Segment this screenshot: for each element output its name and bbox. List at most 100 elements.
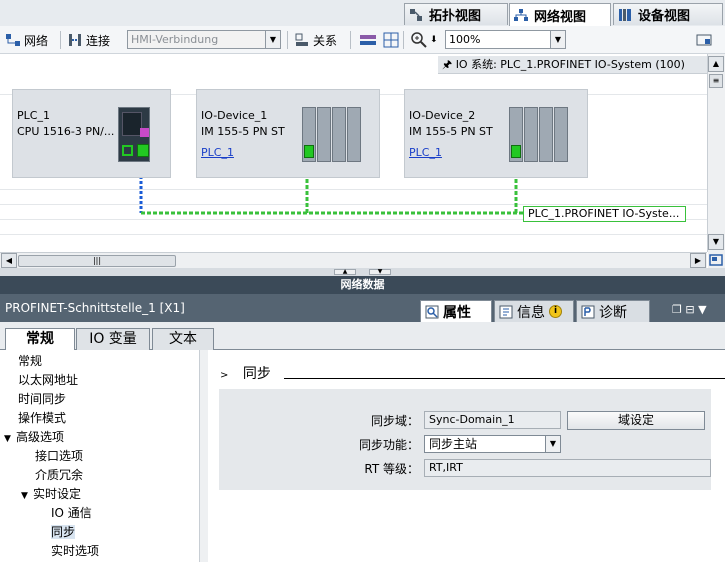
device-io-device-1[interactable]: IO-Device_1 IM 155-5 PN ST PLC_1 <box>196 89 380 178</box>
io-module[interactable] <box>554 107 568 162</box>
network-canvas[interactable]: 🖈 IO 系统: PLC_1.PROFINET IO-System (100) … <box>0 54 707 252</box>
device-type: IM 155-5 PN ST <box>409 125 493 138</box>
device-io-device-2[interactable]: IO-Device_2 IM 155-5 PN ST PLC_1 <box>404 89 588 178</box>
sync-domain-label: 同步域： <box>370 414 419 428</box>
chevron-down-icon[interactable]: ▼ <box>698 303 706 316</box>
inspector-header: PROFINET-Schnittstelle_1 [X1] 属性 信息 i 诊断… <box>0 294 725 322</box>
view-tab-bar: 拓扑视图 网络视图 设备视图 <box>0 0 725 26</box>
connect-button[interactable]: 连接 <box>64 30 113 50</box>
canvas-horizontal-scrollbar[interactable]: ◀ ||| ▶ <box>0 252 707 268</box>
splitter-down-icon[interactable]: ▼ <box>369 269 391 275</box>
overview-icon[interactable] <box>708 252 724 268</box>
sync-function-select[interactable]: 同步主站 ▼ <box>424 435 561 453</box>
tab-properties[interactable]: 属性 <box>420 300 492 322</box>
controller-link[interactable]: PLC_1 <box>201 146 234 159</box>
subtab-io-tags[interactable]: IO 变量 <box>76 328 150 350</box>
nav-item-media-redundancy[interactable]: 介质冗余 <box>0 466 198 485</box>
property-content: > 同步 同步域： Sync-Domain_1 域设定 同步功能： 同步主站 ▼… <box>208 350 725 562</box>
device-plc-1[interactable]: PLC_1 CPU 1516-3 PN/... <box>12 89 171 178</box>
cpu-port[interactable] <box>137 144 149 157</box>
network-data-bar[interactable]: 网络数据 <box>0 276 725 294</box>
device-name: IO-Device_1 <box>201 109 268 122</box>
toolbar-separator <box>60 31 61 49</box>
nav-item-realtime-settings[interactable]: ▼ 实时设定 <box>0 485 198 504</box>
zoom-in-button[interactable]: ⬇ <box>408 30 441 50</box>
io-module[interactable] <box>317 107 331 162</box>
scroll-thumb[interactable]: ||| <box>18 255 176 267</box>
scroll-up-icon[interactable]: ▲ <box>708 56 724 72</box>
overview-corner[interactable] <box>708 252 725 268</box>
interface-module[interactable] <box>302 107 316 162</box>
network-toolbar: 网络 连接 HMI-Verbindung ▼ 关系 ⬇ 100% ▼ <box>0 26 725 54</box>
section-title: 同步 <box>242 366 271 382</box>
chevron-down-icon[interactable]: ▼ <box>550 31 565 48</box>
rt-class-label: RT 等级： <box>364 462 419 476</box>
restore-icon[interactable]: ❐ <box>672 303 682 316</box>
interface-module[interactable] <box>509 107 523 162</box>
connection-type-select[interactable]: HMI-Verbindung ▼ <box>127 30 281 49</box>
minimize-icon[interactable]: ⊟ <box>685 303 694 316</box>
property-navigation-tree: 常规 以太网地址 时间同步 操作模式 ▼ 高级选项 接口选项 介质冗余 ▼ 实时设定… <box>0 350 208 562</box>
scroll-thumb[interactable]: ≡ <box>709 74 723 88</box>
device-port[interactable] <box>511 145 521 158</box>
tab-diagnostics[interactable]: 诊断 <box>576 300 650 322</box>
show-address-button[interactable] <box>356 30 380 50</box>
canvas-vertical-scrollbar[interactable]: ▲ ≡ ▼ <box>707 54 725 252</box>
device-type: CPU 1516-3 PN/... <box>17 125 115 138</box>
tab-network-view[interactable]: 网络视图 <box>509 3 611 26</box>
nav-item-time-sync[interactable]: 时间同步 <box>0 390 198 409</box>
rt-class-field: RT,IRT <box>424 459 711 477</box>
chevron-right-icon[interactable]: > <box>220 370 228 381</box>
network-button[interactable]: 网络 <box>2 30 51 50</box>
expand-triangle-icon[interactable]: ▼ <box>21 487 33 506</box>
grid-icon <box>383 32 399 48</box>
io-module[interactable] <box>332 107 346 162</box>
nav-item-io-communication[interactable]: IO 通信 <box>0 504 198 523</box>
network-button-label: 网络 <box>24 33 49 48</box>
subtab-texts[interactable]: 文本 <box>152 328 214 350</box>
chevron-down-icon[interactable]: ▼ <box>265 31 280 48</box>
sync-function-value: 同步主站 <box>429 437 478 451</box>
cpu-port[interactable] <box>122 145 133 156</box>
tab-device-label: 设备视图 <box>638 9 691 24</box>
tab-topology-view[interactable]: 拓扑视图 <box>404 3 508 25</box>
view-splitter[interactable]: ▲ ▼ <box>0 268 725 276</box>
scroll-down-icon[interactable]: ▼ <box>708 234 724 250</box>
section-header[interactable]: > 同步 <box>220 363 271 383</box>
profinet-network-label[interactable]: PLC_1.PROFINET IO-Syste... <box>523 206 686 222</box>
nav-item-interface-options[interactable]: 接口选项 <box>0 447 198 466</box>
controller-link[interactable]: PLC_1 <box>409 146 442 159</box>
nav-item-ethernet-address[interactable]: 以太网地址 <box>0 371 198 390</box>
domain-settings-button[interactable]: 域设定 <box>567 411 705 430</box>
panel-button[interactable] <box>693 30 715 50</box>
chevron-down-icon[interactable]: ▼ <box>545 436 560 452</box>
tab-info[interactable]: 信息 i <box>494 300 574 322</box>
zoom-down-icon[interactable]: ⬇ <box>430 35 438 45</box>
nav-scrollbar[interactable] <box>199 350 208 562</box>
io-module[interactable] <box>524 107 538 162</box>
io-module[interactable] <box>539 107 553 162</box>
nav-item-general[interactable]: 常规 <box>0 352 198 371</box>
grid-toggle-button[interactable] <box>380 30 402 50</box>
address-icon <box>360 35 376 45</box>
nav-item-synchronization[interactable]: 同步 <box>0 523 198 542</box>
relation-button[interactable]: 关系 <box>291 30 340 50</box>
tab-device-view[interactable]: 设备视图 <box>613 3 723 25</box>
nav-item-realtime-options[interactable]: 实时选项 <box>0 542 198 561</box>
cpu-module[interactable] <box>118 107 150 162</box>
subtab-general[interactable]: 常规 <box>5 328 75 351</box>
nav-item-advanced-options[interactable]: ▼ 高级选项 <box>0 428 198 447</box>
scroll-right-icon[interactable]: ▶ <box>690 253 706 268</box>
zoom-value: 100% <box>449 33 481 46</box>
inspector-window-controls[interactable]: ❐ ⊟ ▼ <box>672 303 707 316</box>
tab-diagnostics-label: 诊断 <box>599 304 627 321</box>
nav-item-operating-mode[interactable]: 操作模式 <box>0 409 198 428</box>
io-module[interactable] <box>347 107 361 162</box>
device-port[interactable] <box>304 145 314 158</box>
inspector-title: PROFINET-Schnittstelle_1 [X1] <box>5 301 185 315</box>
sync-function-label: 同步功能： <box>358 438 419 452</box>
scroll-left-icon[interactable]: ◀ <box>1 253 17 268</box>
zoom-select[interactable]: 100% ▼ <box>445 30 566 49</box>
expand-triangle-icon[interactable]: ▼ <box>4 430 16 449</box>
splitter-up-icon[interactable]: ▲ <box>334 269 356 275</box>
